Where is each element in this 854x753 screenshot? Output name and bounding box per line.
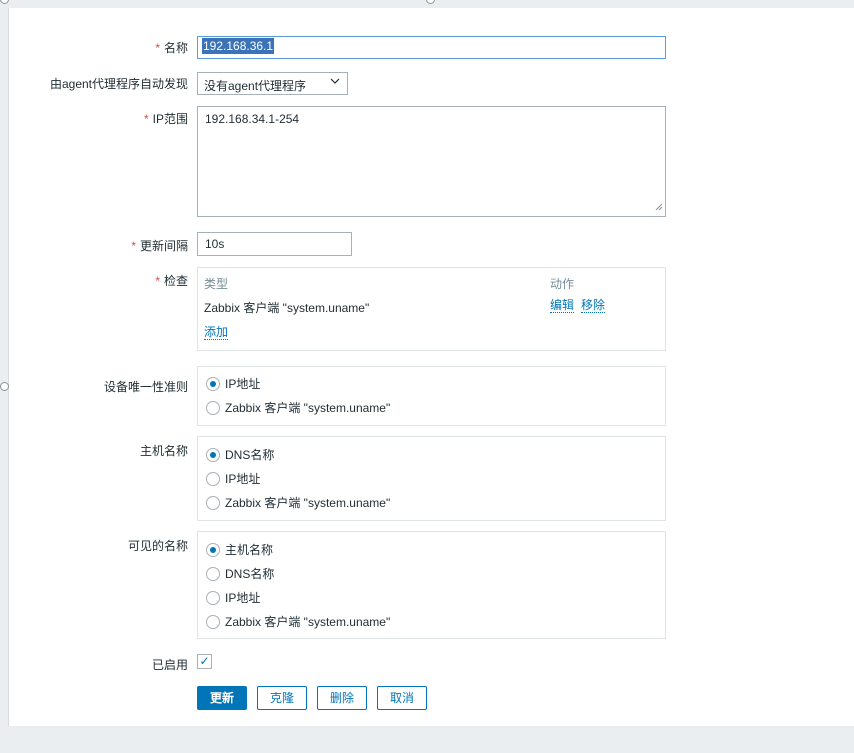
update-interval-input[interactable]: 10s — [197, 232, 352, 256]
uniqueness-option-agent[interactable]: Zabbix 客户端 "system.uname" — [206, 399, 390, 416]
col-type-header: 类型 — [204, 277, 229, 291]
proxy-label: 由agent代理程序自动发现 — [49, 77, 188, 91]
enabled-checkbox[interactable]: ✓ — [197, 654, 212, 669]
visible-name-option-dns[interactable]: DNS名称 — [206, 565, 274, 582]
uniqueness-radio-group: IP地址 Zabbix 客户端 "system.uname" — [197, 366, 666, 426]
cancel-button[interactable]: 取消 — [377, 686, 427, 710]
check-edit-link[interactable]: 编辑 — [550, 299, 575, 313]
host-name-option-ip[interactable]: IP地址 — [206, 470, 260, 487]
visible-name-option-ip[interactable]: IP地址 — [206, 589, 260, 606]
uniqueness-option-ip[interactable]: IP地址 — [206, 375, 260, 392]
check-icon: ✓ — [199, 654, 210, 668]
footer-strip — [8, 726, 854, 753]
page-background: * 名称 192.168.36.1 由agent代理程序自动发现 没有agent代… — [4, 0, 854, 753]
update-button[interactable]: 更新 — [197, 686, 247, 710]
radio-button[interactable] — [206, 542, 220, 557]
discovery-rule-form: * 名称 192.168.36.1 由agent代理程序自动发现 没有agent代… — [8, 8, 854, 726]
host-name-option-dns[interactable]: DNS名称 — [206, 446, 274, 463]
host-name-radio-group: DNS名称 IP地址 Zabbix 客户端 "system.uname" — [197, 436, 666, 521]
enabled-label: 已启用 — [151, 658, 188, 672]
name-input[interactable]: 192.168.36.1 — [197, 36, 666, 59]
visible-name-label: 可见的名称 — [127, 539, 188, 553]
radio-button[interactable] — [206, 566, 220, 581]
radio-button[interactable] — [206, 614, 220, 629]
radio-button[interactable] — [206, 495, 220, 510]
clone-button[interactable]: 克隆 — [257, 686, 307, 710]
host-name-label: 主机名称 — [139, 444, 188, 458]
checks-label: * 检查 — [155, 274, 188, 288]
checks-table: 类型 动作 Zabbix 客户端 "system.uname" 编辑 移除 添加 — [197, 267, 666, 351]
check-add-link[interactable]: 添加 — [204, 326, 229, 340]
update-interval-label: * 更新间隔 — [131, 239, 188, 253]
radio-button[interactable] — [206, 590, 220, 605]
radio-button[interactable] — [206, 400, 220, 415]
col-action-header: 动作 — [550, 277, 575, 291]
name-label: * 名称 — [155, 41, 188, 55]
resize-handle[interactable] — [0, 382, 9, 391]
ip-range-textarea[interactable]: 192.168.34.1-254 — [197, 106, 666, 217]
radio-button[interactable] — [206, 447, 220, 462]
visible-name-option-agent[interactable]: Zabbix 客户端 "system.uname" — [206, 613, 390, 630]
check-type-cell: Zabbix 客户端 "system.uname" — [204, 301, 370, 315]
visible-name-radio-group: 主机名称 DNS名称 IP地址 Zabbix 客户端 "system.uname… — [197, 531, 666, 639]
ip-range-label: * IP范围 — [143, 112, 188, 126]
proxy-select[interactable]: 没有agent代理程序 — [197, 72, 348, 95]
required-mark: * — [155, 41, 160, 55]
radio-button[interactable] — [206, 471, 220, 486]
delete-button[interactable]: 删除 — [317, 686, 367, 710]
radio-button[interactable] — [206, 376, 220, 391]
host-name-option-agent[interactable]: Zabbix 客户端 "system.uname" — [206, 494, 390, 511]
uniqueness-label: 设备唯一性准则 — [103, 380, 188, 394]
chevron-down-icon — [330, 77, 340, 88]
resize-grip-icon[interactable] — [654, 200, 663, 214]
check-remove-link[interactable]: 移除 — [581, 299, 606, 313]
visible-name-option-host[interactable]: 主机名称 — [206, 541, 273, 558]
